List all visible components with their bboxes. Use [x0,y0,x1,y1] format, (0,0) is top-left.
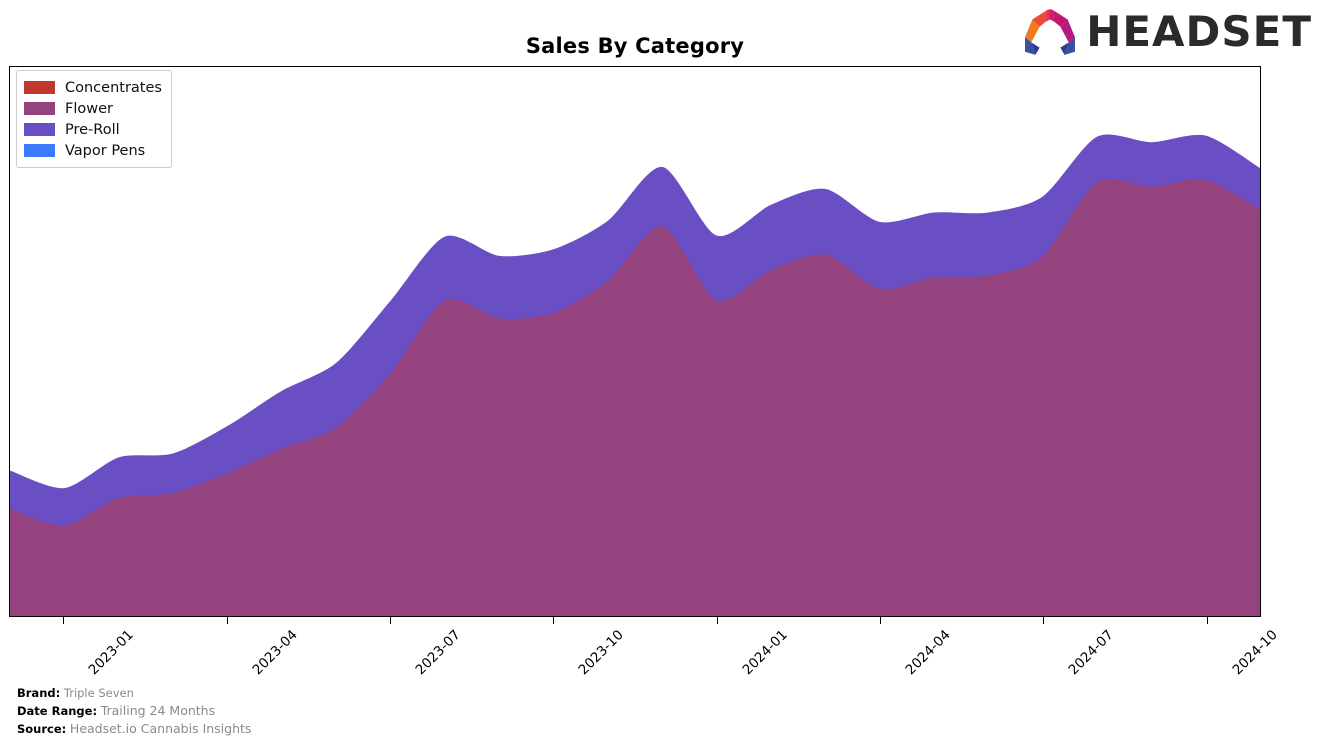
footer-brand-key: Brand: [17,686,61,700]
chart-footer: Brand: Triple Seven Date Range: Trailing… [17,686,251,738]
legend-label: Vapor Pens [65,142,146,159]
x-tick-mark [63,617,65,624]
chart-page: Sales By Category HEADSET Concentrates Fl… [0,0,1324,740]
x-tick-label: 2024-04 [902,627,954,679]
x-axis: 2023-01 2023-04 2023-07 2023-10 2024-01 2024-… [9,617,1280,687]
x-tick-label: 2023-01 [85,627,138,679]
x-tick-mark [716,617,718,624]
footer-daterange-value: Trailing 24 Months [100,702,216,718]
legend-item[interactable]: Pre-Roll [24,119,162,140]
x-tick-label: 2024-07 [1065,627,1117,679]
legend-swatch [24,123,55,136]
x-tick-mark [390,617,392,624]
legend-item[interactable]: Concentrates [24,77,162,98]
legend-item[interactable]: Vapor Pens [24,140,162,161]
x-tick-mark [879,617,881,624]
x-tick-label: 2023-04 [249,627,301,679]
x-tick-label: 2023-10 [575,627,628,679]
legend-swatch [24,144,55,157]
legend-swatch [24,81,55,94]
legend-label: Pre-Roll [65,121,120,138]
footer-source-row: Source: Headset.io Cannabis Insights [17,720,251,738]
x-tick-label: 2023-07 [412,627,464,679]
x-tick-mark [1043,617,1045,624]
footer-source-value: Headset.io Cannabis Insights [69,720,252,736]
x-tick-label: 2024-01 [739,627,791,679]
chart-legend: Concentrates Flower Pre-Roll Vapor Pens [16,70,172,168]
footer-source-key: Source: [17,721,67,736]
x-tick-label: 2024-10 [1229,627,1281,679]
x-tick-mark [553,617,555,624]
footer-daterange-key: Date Range: [17,703,98,718]
legend-label: Flower [65,100,113,117]
headset-arch-logo-icon [1025,9,1076,55]
footer-brand-value: Triple Seven [63,686,134,700]
footer-daterange-row: Date Range: Trailing 24 Months [17,702,251,720]
footer-brand-row: Brand: Triple Seven [17,686,251,702]
brand-logo: HEADSET [1024,8,1312,56]
brand-wordmark: HEADSET [1086,7,1312,56]
x-tick-mark [226,617,228,624]
x-tick-mark [1206,617,1208,624]
legend-item[interactable]: Flower [24,98,162,119]
plot-area [9,66,1261,617]
stacked-area-chart [10,134,1260,616]
legend-label: Concentrates [65,79,162,96]
legend-swatch [24,102,55,115]
